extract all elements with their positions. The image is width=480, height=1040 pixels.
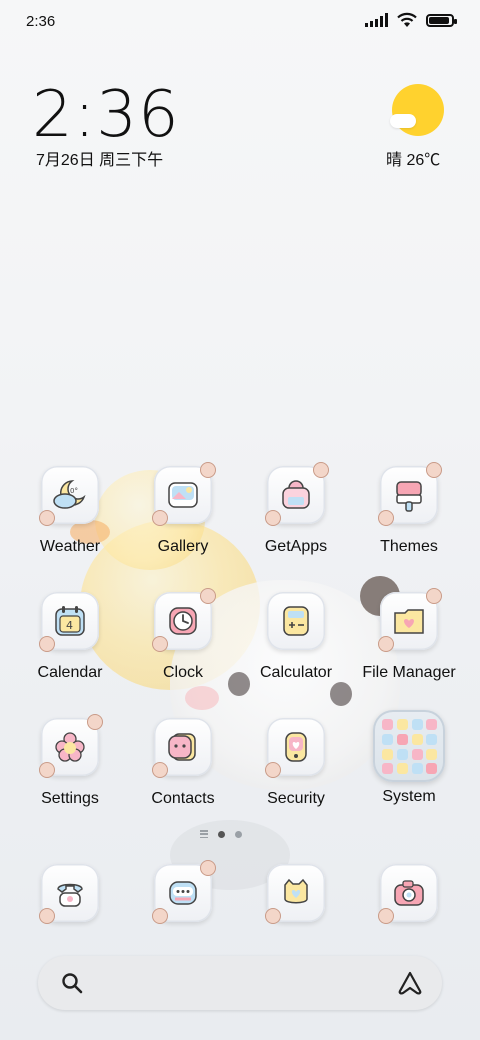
app-label-security: Security <box>267 790 325 807</box>
status-time: 2:36 <box>26 13 56 30</box>
app-file-manager[interactable]: File Manager <box>353 588 465 682</box>
app-label-contacts: Contacts <box>151 790 215 807</box>
wifi-icon <box>397 12 417 27</box>
app-settings[interactable]: Settings <box>14 714 126 808</box>
status-icons <box>365 12 457 28</box>
weather-moon-cloud-icon: 0° <box>39 466 99 526</box>
battery-icon <box>426 13 457 27</box>
app-label-clock: Clock <box>162 664 203 681</box>
paint-brush-icon <box>378 462 442 526</box>
flower-gear-icon <box>39 714 103 778</box>
calendar-day: 4 <box>66 619 73 632</box>
calendar-icon: 4 <box>39 592 99 652</box>
search-icon[interactable] <box>60 971 84 995</box>
dock-messages[interactable] <box>127 860 239 924</box>
app-label-getapps: GetApps <box>264 538 328 555</box>
app-label-settings: Settings <box>41 790 99 807</box>
telephone-icon <box>39 864 99 924</box>
app-label-themes: Themes <box>380 538 438 555</box>
wallpaper-cow-cheek <box>185 686 219 710</box>
page-indicator-menu-icon <box>200 830 208 838</box>
clock-widget-date[interactable]: 7月26日 周三下午 <box>36 146 163 170</box>
app-weather[interactable]: 0° Weather <box>14 466 126 556</box>
weather-widget-text[interactable]: 晴 26℃ <box>386 146 440 170</box>
calculator-icon <box>267 592 325 650</box>
app-calculator[interactable]: Calculator <box>240 592 352 682</box>
shield-phone-icon <box>265 718 325 778</box>
wallpaper-cow-eye-right <box>330 682 352 706</box>
clock-icon <box>152 588 216 652</box>
app-themes[interactable]: Themes <box>353 462 465 556</box>
svg-text:0°: 0° <box>70 487 78 495</box>
app-label-file-manager: File Manager <box>362 664 456 681</box>
app-label-weather: Weather <box>39 538 101 555</box>
folder-heart-icon <box>378 588 442 652</box>
shopping-bag-icon <box>265 462 329 526</box>
dock-browser[interactable] <box>240 864 352 924</box>
app-label-system: System <box>382 788 436 805</box>
app-folder-icon <box>373 710 445 782</box>
search-bar[interactable] <box>38 956 442 1010</box>
clock-widget-time[interactable]: 2:36 <box>32 78 180 152</box>
app-gallery[interactable]: Gallery <box>127 462 239 556</box>
page-indicator[interactable] <box>200 830 242 838</box>
cat-face-icon <box>265 864 325 924</box>
battery-fill <box>429 16 449 24</box>
page-dot-1[interactable] <box>218 830 225 838</box>
app-system-folder[interactable]: System <box>353 710 465 806</box>
app-label-gallery: Gallery <box>157 538 209 555</box>
cloud-icon <box>390 114 416 128</box>
status-bar: 2:36 <box>0 0 480 40</box>
app-calendar[interactable]: 4 Calendar <box>14 592 126 682</box>
gallery-picture-icon <box>152 462 216 526</box>
camera-icon <box>378 864 438 924</box>
sun-cloud-icon[interactable] <box>392 84 444 136</box>
app-getapps[interactable]: GetApps <box>240 462 352 556</box>
app-clock[interactable]: Clock <box>127 588 239 682</box>
page-dot-2[interactable] <box>235 830 242 838</box>
app-label-calculator: Calculator <box>259 664 333 681</box>
contact-book-icon <box>152 718 212 778</box>
assistant-icon[interactable] <box>396 969 424 997</box>
app-label-calendar: Calendar <box>37 664 103 681</box>
dock-camera[interactable] <box>353 864 465 924</box>
app-security[interactable]: Security <box>240 718 352 808</box>
dock-phone[interactable] <box>14 864 126 924</box>
message-bubble-icon <box>152 860 216 924</box>
app-contacts[interactable]: Contacts <box>127 718 239 808</box>
signal-icon <box>365 13 388 27</box>
